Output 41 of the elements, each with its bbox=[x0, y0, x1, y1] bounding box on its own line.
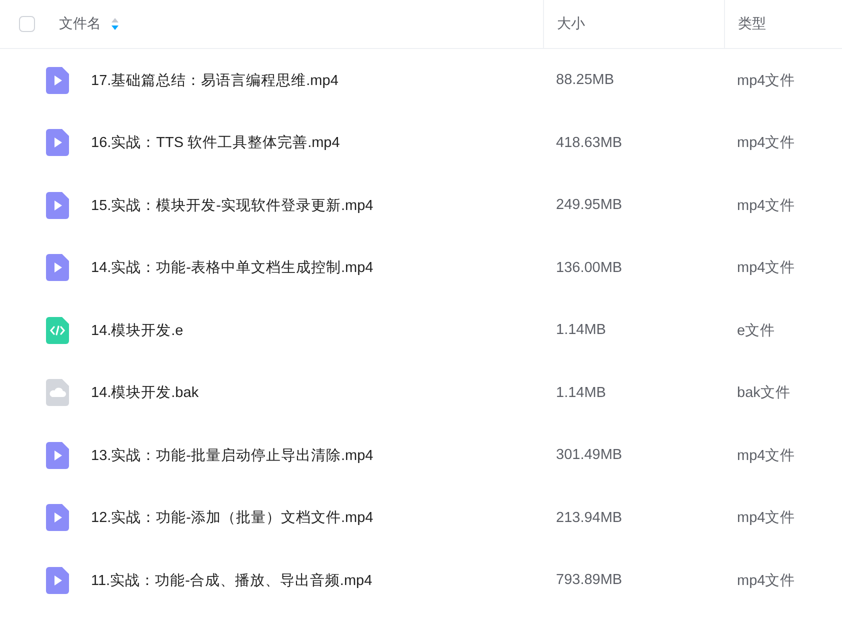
file-type: mp4文件 bbox=[736, 72, 796, 90]
file-size: 136.00MB bbox=[555, 260, 624, 276]
file-size: 88.25MB bbox=[555, 72, 616, 88]
video-file-icon bbox=[46, 442, 69, 469]
file-size: 418.63MB bbox=[555, 134, 624, 151]
column-header[interactable]: 大小 bbox=[557, 15, 585, 33]
code-file-icon bbox=[46, 316, 69, 344]
file-name[interactable]: 16.实战：TTS 软件工具整体完善.mp4 bbox=[91, 133, 340, 152]
file-name[interactable]: 15.实战：模块开发-实现软件登录更新.mp4 bbox=[91, 196, 374, 215]
file-name[interactable]: 14.模块开发.bak bbox=[91, 383, 199, 402]
select-all-checkbox[interactable] bbox=[19, 16, 35, 32]
video-file-icon bbox=[46, 66, 69, 94]
file-name[interactable]: 13.实战：功能-批量启动停止导出清除.mp4 bbox=[91, 446, 374, 465]
file-size: 249.95MB bbox=[555, 197, 624, 214]
file-type: mp4文件 bbox=[736, 259, 796, 278]
cloud-file-icon bbox=[46, 379, 69, 406]
video-file-icon bbox=[46, 129, 69, 156]
column-header[interactable]: 文件名 bbox=[59, 15, 101, 33]
file-size: 1.14MB bbox=[555, 322, 607, 338]
file-name[interactable]: 11.实战：功能-合成、播放、导出音频.mp4 bbox=[91, 570, 372, 590]
file-size: 793.89MB bbox=[555, 572, 624, 588]
file-type: mp4文件 bbox=[736, 446, 796, 465]
file-size: 1.14MB bbox=[555, 384, 607, 401]
file-type: mp4文件 bbox=[736, 196, 796, 215]
file-name[interactable]: 14.实战：功能-表格中单文档生成控制.mp4 bbox=[91, 258, 374, 278]
file-type: bak文件 bbox=[736, 384, 792, 402]
file-name[interactable]: 17.基础篇总结：易语言编程思维.mp4 bbox=[91, 70, 338, 90]
file-size: 301.49MB bbox=[555, 447, 624, 464]
video-file-icon bbox=[46, 254, 69, 282]
sort-icon[interactable] bbox=[111, 17, 119, 31]
file-type: e文件 bbox=[736, 322, 776, 340]
file-name[interactable]: 12.实战：功能-添加（批量）文档文件.mp4 bbox=[91, 508, 374, 528]
file-type: mp4文件 bbox=[736, 134, 796, 152]
file-type: mp4文件 bbox=[736, 572, 796, 590]
file-name[interactable]: 14.模块开发.e bbox=[91, 320, 184, 340]
video-file-icon bbox=[46, 566, 69, 594]
file-type: mp4文件 bbox=[736, 509, 796, 528]
file-size: 213.94MB bbox=[555, 510, 624, 526]
video-file-icon bbox=[46, 504, 69, 532]
video-file-icon bbox=[46, 192, 69, 219]
column-header[interactable]: 类型 bbox=[738, 15, 766, 33]
